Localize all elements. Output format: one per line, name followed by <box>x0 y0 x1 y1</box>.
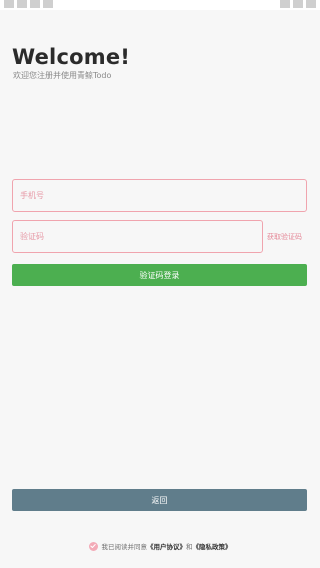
check-icon <box>90 544 96 549</box>
status-icon <box>17 0 27 8</box>
status-icon <box>280 0 290 8</box>
agreement-prefix: 我已阅读并同意 <box>101 543 148 551</box>
page-title: Welcome! <box>12 45 131 69</box>
agreement-checkbox[interactable] <box>88 541 98 551</box>
code-login-button[interactable]: 验证码登录 <box>12 264 307 286</box>
login-screen: Welcome! 欢迎您注册并使用青鲸Todo 获取验证码 验证码登录 返回 我… <box>0 0 320 568</box>
get-code-link[interactable]: 获取验证码 <box>267 232 302 242</box>
verification-code-input[interactable] <box>20 232 262 241</box>
phone-input[interactable] <box>20 191 306 200</box>
status-right-icons <box>280 0 316 8</box>
status-icon <box>293 0 303 8</box>
status-icon <box>43 0 53 8</box>
privacy-policy-link[interactable]: 《隐私政策》 <box>193 541 232 551</box>
verification-code-field[interactable] <box>12 220 263 253</box>
status-icon <box>4 0 14 8</box>
status-icon <box>30 0 40 8</box>
status-icon <box>306 0 316 8</box>
phone-field[interactable] <box>12 179 307 212</box>
agreement-row: 我已阅读并同意 《用户协议》 和 《隐私政策》 <box>0 541 320 551</box>
page-subtitle: 欢迎您注册并使用青鲸Todo <box>13 71 112 80</box>
user-agreement-link[interactable]: 《用户协议》 <box>147 541 186 551</box>
back-button[interactable]: 返回 <box>12 489 307 511</box>
status-bar <box>0 0 320 10</box>
status-left-icons <box>4 0 53 8</box>
